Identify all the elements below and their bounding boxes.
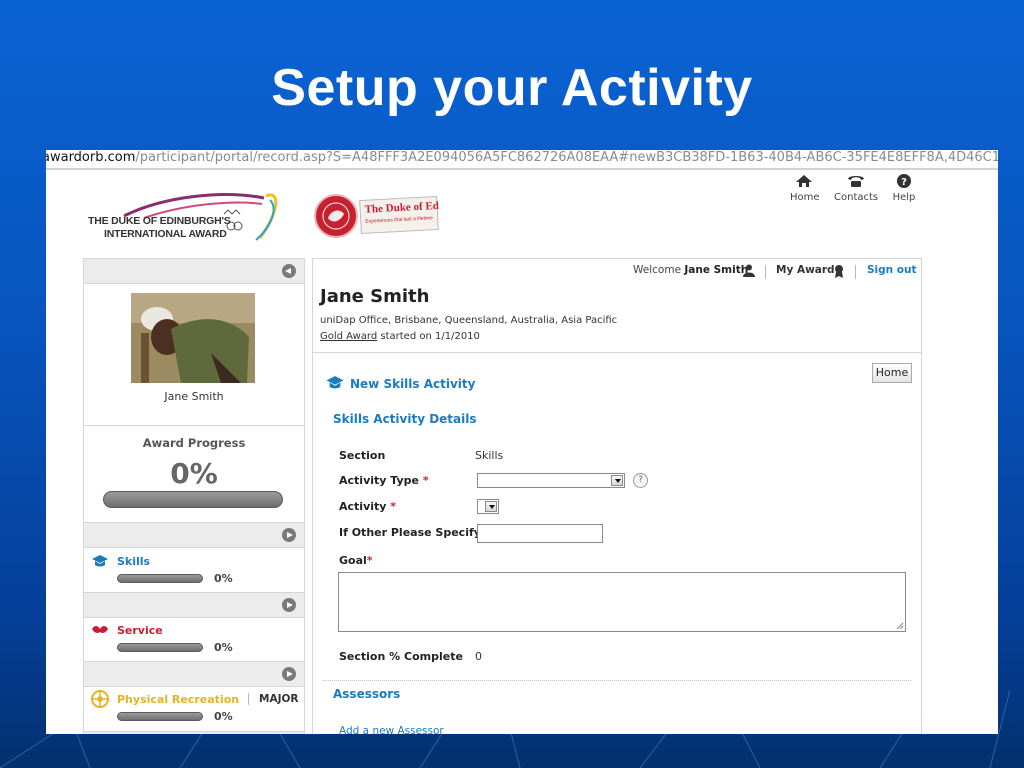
divider	[323, 680, 911, 681]
activity-type-select[interactable]	[477, 473, 625, 488]
section-header-service	[84, 592, 304, 618]
goal-textarea[interactable]	[338, 572, 906, 632]
award-progress-title: Award Progress	[142, 436, 246, 450]
award-progress-bar	[103, 491, 283, 508]
graduation-cap-icon	[92, 555, 108, 567]
help-tooltip-icon[interactable]: ?	[633, 473, 648, 488]
section-row-physical-recreation[interactable]: Physical Recreation MAJOR 0%	[84, 690, 304, 734]
major-badge: MAJOR	[248, 693, 299, 705]
svg-text:?: ?	[901, 177, 907, 188]
home-icon	[796, 175, 812, 187]
resize-grip-icon[interactable]	[896, 622, 904, 630]
help-icon: ?	[897, 174, 911, 188]
sport-ball-icon	[91, 690, 109, 708]
nav-help-label: Help	[892, 192, 916, 203]
required-mark: *	[422, 474, 429, 487]
service-progress-value: 0%	[214, 641, 233, 654]
section-value: Skills	[475, 449, 504, 462]
award-info: Gold Award started on 1/1/2010	[320, 331, 480, 342]
logo-line-2: INTERNATIONAL AWARD	[104, 228, 227, 240]
section-label: Section	[339, 449, 386, 462]
divider	[765, 265, 766, 279]
other-specify-input[interactable]	[477, 524, 603, 543]
section-label-skills: Skills	[117, 555, 151, 568]
logo-line-1: THE DUKE OF EDINBURGH'S	[88, 215, 231, 227]
nav-help[interactable]: ? Help	[892, 174, 916, 203]
service-progress-bar	[117, 643, 203, 652]
phone-icon	[848, 176, 864, 187]
activity-select[interactable]	[477, 499, 499, 514]
chevron-down-icon	[611, 475, 623, 486]
section-label-physical-recreation: Physical Recreation	[117, 693, 240, 706]
goal-label: Goal*	[339, 554, 373, 567]
gold-award-link[interactable]: Gold Award	[320, 331, 377, 342]
chevron-down-icon	[485, 501, 497, 512]
seal-icon	[314, 194, 358, 238]
duke-of-ed-tagline: Experiences that last a lifetime	[365, 215, 434, 225]
my-award-link[interactable]: My Award	[776, 264, 835, 276]
section-header-physical-recreation	[84, 661, 304, 687]
welcome-text: Welcome Jane Smith	[633, 264, 748, 276]
skills-progress-bar	[117, 574, 203, 583]
participant-photo	[131, 293, 255, 383]
activity-details-title: Skills Activity Details	[333, 412, 477, 426]
section-header-next	[84, 731, 304, 734]
address-bar[interactable]: awardorb.com/participant/portal/record.a…	[46, 150, 998, 170]
duke-of-ed-title: The Duke of Ed	[364, 199, 440, 216]
section-header-skills	[84, 522, 304, 548]
url-host: awardorb.com	[46, 150, 136, 165]
nav-home-label: Home	[790, 192, 820, 203]
divider	[84, 425, 304, 426]
section-complete-value: 0	[475, 650, 482, 663]
expand-skills-icon[interactable]	[282, 528, 296, 542]
section-label-service: Service	[117, 624, 163, 637]
participant-address: uniDap Office, Brisbane, Queensland, Aus…	[320, 315, 618, 326]
duke-of-ed-tag: The Duke of Ed Experiences that last a l…	[359, 195, 440, 235]
sidebar-header	[84, 259, 304, 284]
new-activity-title: New Skills Activity	[350, 377, 476, 391]
required-mark: *	[366, 554, 373, 567]
goal-label-text: Goal	[339, 554, 367, 567]
physical-recreation-progress-value: 0%	[214, 710, 233, 723]
required-mark: *	[390, 500, 397, 513]
award-medal-icon	[835, 265, 843, 278]
service-hands-icon	[92, 626, 108, 633]
activity-label-text: Activity	[339, 500, 387, 513]
graduation-cap-icon	[326, 376, 344, 389]
home-button[interactable]: Home	[872, 363, 912, 383]
collapse-sidebar-icon[interactable]	[282, 264, 296, 278]
dofe-international-award-logo[interactable]: THE DUKE OF EDINBURGH'S INTERNATIONAL AW…	[84, 188, 280, 244]
expand-service-icon[interactable]	[282, 598, 296, 612]
expand-physical-recreation-icon[interactable]	[282, 667, 296, 681]
award-started: started on 1/1/2010	[380, 331, 480, 342]
browser-screenshot: awardorb.com/participant/portal/record.a…	[46, 150, 998, 734]
physical-recreation-progress-bar	[117, 712, 203, 721]
nav-home[interactable]: Home	[790, 174, 820, 203]
participant-heading: Jane Smith	[320, 286, 430, 307]
sign-out-link[interactable]: Sign out	[867, 264, 917, 276]
main-content-panel: Welcome Jane Smith My Award Sign out Jan…	[312, 258, 922, 734]
divider	[313, 352, 921, 353]
user-icon	[743, 264, 755, 277]
section-complete-label: Section % Complete	[339, 650, 463, 663]
nav-contacts[interactable]: Contacts	[834, 174, 878, 203]
other-specify-label: If Other Please Specify	[339, 526, 481, 539]
nav-contacts-label: Contacts	[834, 192, 879, 203]
participant-sidebar: Jane Smith Award Progress 0% Skills 0% S…	[83, 258, 305, 734]
slide-title: Setup your Activity	[271, 59, 753, 117]
activity-type-label: Activity Type *	[339, 474, 429, 487]
welcome-prefix: Welcome	[633, 264, 682, 276]
activity-label: Activity *	[339, 500, 396, 513]
welcome-name: Jane Smith	[684, 264, 749, 276]
url-path: /participant/portal/record.asp?S=A48FFF3…	[135, 150, 998, 165]
assessors-title: Assessors	[333, 687, 401, 701]
participant-name: Jane Smith	[164, 390, 224, 403]
add-assessor-link[interactable]: Add a new Assessor	[339, 725, 444, 734]
skills-progress-value: 0%	[214, 572, 233, 585]
divider	[855, 265, 856, 279]
activity-type-label-text: Activity Type	[339, 474, 419, 487]
award-progress-percent: 0%	[170, 457, 218, 490]
duke-of-ed-logo[interactable]: The Duke of Ed Experiences that last a l…	[314, 190, 440, 244]
